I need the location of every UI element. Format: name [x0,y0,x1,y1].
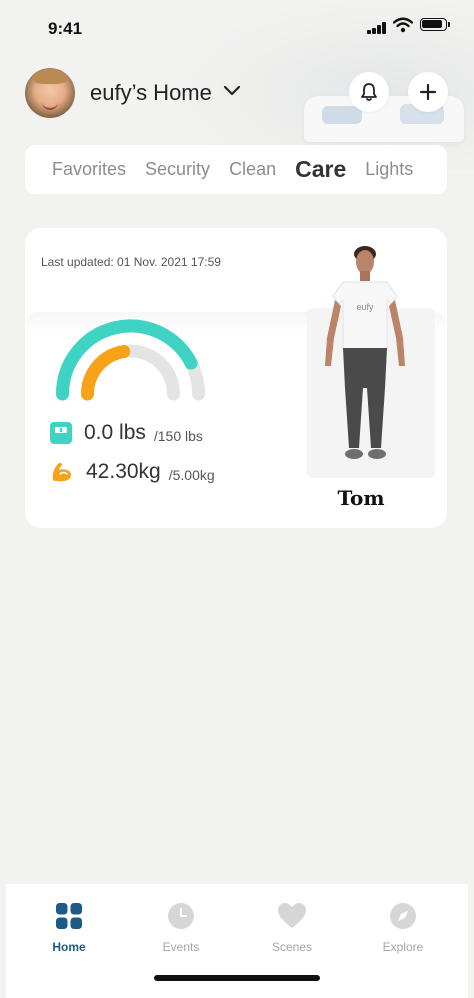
home-name[interactable]: eufy’s Home [90,80,212,106]
body-avatar-figure: eufy [307,246,435,478]
nav-explore[interactable]: Explore [363,902,443,954]
plus-icon [419,83,437,101]
weight-value: 0.0 lbs [84,421,146,444]
nav-events-label: Events [162,940,200,954]
tab-security[interactable]: Security [145,159,210,180]
signal-icon [367,22,387,34]
weight-goal: /150 lbs [153,427,203,444]
tab-care[interactable]: Care [295,156,346,183]
nav-home-label: Home [52,940,86,954]
nav-scenes[interactable]: Scenes [252,902,332,954]
clock-icon [168,903,194,929]
muscle-value: 42.30kg [86,460,161,483]
nav-scenes-label: Scenes [271,940,313,954]
muscle-metric: 42.30kg /5.00kg [50,460,215,484]
add-button[interactable] [408,72,448,112]
bell-icon [361,83,377,101]
category-tabs: Favorites Security Clean Care Lights [25,145,447,194]
last-updated-text: Last updated: 01 Nov. 2021 17:59 [41,255,221,269]
scale-icon [50,422,72,444]
chevron-down-icon[interactable] [223,84,241,98]
progress-gauge [56,319,205,401]
muscle-goal: /5.00kg [168,466,215,483]
tab-clean[interactable]: Clean [229,159,276,180]
compass-icon [390,903,416,929]
care-card[interactable]: Last updated: 01 Nov. 2021 17:59 0.0 lbs… [25,228,447,528]
avatar[interactable] [25,68,75,118]
inner-gauge-arc [81,345,131,401]
nav-events[interactable]: Events [141,902,221,954]
grid-icon [56,903,82,929]
battery-icon [420,18,450,31]
wifi-icon [393,17,413,33]
nav-explore-label: Explore [382,940,424,954]
person-name: Tom [337,486,385,510]
tab-favorites[interactable]: Favorites [52,159,126,180]
heart-icon [278,903,306,928]
home-indicator [154,975,320,981]
muscle-icon [52,462,71,482]
tab-lights[interactable]: Lights [365,159,413,180]
nav-home[interactable]: Home [29,902,109,954]
status-bar: 9:41 [0,0,474,60]
shirt-logo-text: eufy [356,302,374,312]
weight-metric: 0.0 lbs /150 lbs [50,421,203,445]
status-time: 9:41 [48,19,83,38]
notifications-button[interactable] [349,72,389,112]
